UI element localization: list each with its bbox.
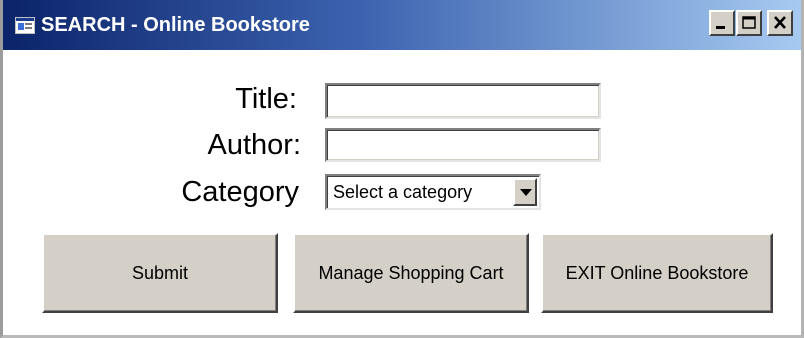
maximize-icon bbox=[742, 16, 756, 29]
title-label: Title: bbox=[235, 83, 297, 115]
category-select[interactable]: Select a category bbox=[325, 174, 541, 210]
search-window: SEARCH - Online Bookstore Title: Author:… bbox=[0, 0, 804, 338]
author-input[interactable] bbox=[325, 128, 601, 162]
close-button[interactable] bbox=[767, 10, 793, 36]
close-icon bbox=[774, 16, 786, 29]
category-label: Category bbox=[181, 176, 299, 208]
submit-button[interactable]: Submit bbox=[42, 233, 278, 313]
author-label: Author: bbox=[207, 129, 302, 161]
maximize-button[interactable] bbox=[736, 10, 762, 36]
minimize-icon bbox=[716, 26, 725, 29]
minimize-button[interactable] bbox=[709, 10, 735, 36]
manage-shopping-cart-button[interactable]: Manage Shopping Cart bbox=[293, 233, 529, 313]
window-app-icon[interactable] bbox=[15, 17, 35, 34]
title-input[interactable] bbox=[325, 83, 601, 119]
chevron-down-icon bbox=[520, 189, 532, 196]
category-selected-value: Select a category bbox=[333, 182, 473, 202]
title-bar[interactable]: SEARCH - Online Bookstore bbox=[3, 0, 801, 50]
category-dropdown-button[interactable] bbox=[513, 178, 537, 206]
exit-bookstore-button[interactable]: EXIT Online Bookstore bbox=[541, 233, 773, 313]
window-title: SEARCH - Online Bookstore bbox=[41, 14, 310, 36]
